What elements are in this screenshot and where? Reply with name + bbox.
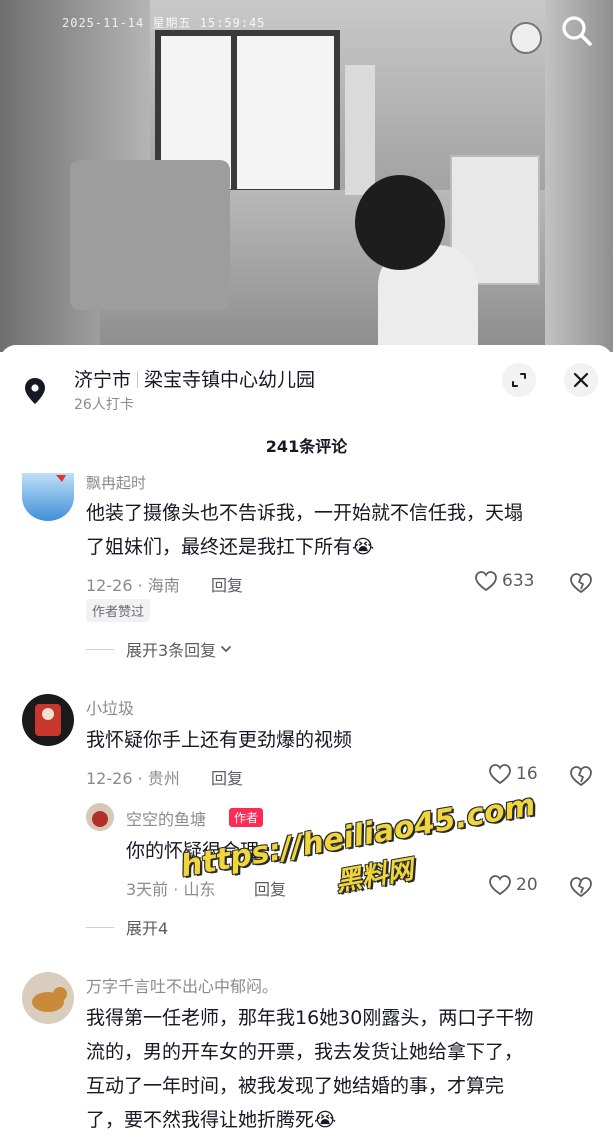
comment-username[interactable]: 小垃圾 bbox=[86, 695, 134, 719]
comment-text-line: 了，要不然我得让她折腾死😭 bbox=[86, 1109, 337, 1131]
search-icon bbox=[562, 16, 592, 46]
heart-icon bbox=[489, 764, 511, 785]
avatar[interactable] bbox=[22, 972, 74, 1024]
comment-date-region: 12-26 · 海南 bbox=[86, 576, 180, 595]
avatar-image bbox=[92, 811, 108, 827]
expand-divider bbox=[86, 648, 114, 650]
comment-text: 他装了摄像头也不告诉我，一开始就不信任我，天塌 了姐妹们，最终还是我扛下所有😭 bbox=[86, 496, 606, 564]
like-count: 20 bbox=[516, 875, 538, 895]
like-button[interactable]: 16 bbox=[488, 763, 538, 785]
heart-icon bbox=[489, 875, 511, 896]
expand-replies-label: 展开4 bbox=[126, 919, 169, 938]
video-scene bbox=[355, 175, 445, 270]
avatar-image bbox=[32, 987, 67, 1012]
chevron-down-icon bbox=[221, 646, 232, 653]
avatar-image bbox=[35, 704, 61, 736]
dislike-icon[interactable] bbox=[569, 572, 593, 594]
wall-clock bbox=[510, 22, 542, 54]
comment-text-line: 流的，男的开车女的开票，我去发货让她给拿下了， bbox=[86, 1041, 524, 1063]
search-button[interactable] bbox=[558, 12, 596, 50]
expand-replies-button[interactable]: 展开3条回复 bbox=[86, 637, 233, 661]
comment-text-line: 了姐妹们，最终还是我扛下所有😭 bbox=[86, 536, 375, 558]
comment-text: 我得第一任老师，那年我16她30刚露头，两口子干物 流的，男的开车女的开票，我去… bbox=[86, 1001, 606, 1137]
comment-text-line: 我得第一任老师，那年我16她30刚露头，两口子干物 bbox=[86, 1007, 534, 1029]
location-pin-icon bbox=[25, 378, 45, 404]
reply-avatar[interactable] bbox=[86, 803, 114, 831]
dislike-icon[interactable] bbox=[569, 765, 593, 787]
expand-replies-label: 展开3条回复 bbox=[126, 641, 217, 660]
close-icon bbox=[573, 372, 589, 388]
reply-button[interactable]: 回复 bbox=[211, 572, 243, 596]
comment-text-line: 互动了一年时间，被我发现了她结婚的事，才算完 bbox=[86, 1075, 505, 1097]
location-place: 梁宝寺镇中心幼儿园 bbox=[144, 369, 316, 391]
cctv-timestamp: 2025-11-14 星期五 15:59:45 bbox=[62, 16, 266, 30]
comment-date-region: 12-26 · 贵州 bbox=[86, 769, 180, 788]
reply-button[interactable]: 回复 bbox=[211, 765, 243, 789]
expand-divider bbox=[86, 926, 114, 928]
comment-username[interactable]: 飘冉起时 bbox=[86, 472, 146, 493]
expand-replies-button[interactable]: 展开4 bbox=[86, 915, 168, 939]
location-city: 济宁市 bbox=[74, 369, 132, 391]
author-tag: 作者 bbox=[229, 808, 264, 827]
comment-username[interactable]: 万字千言吐不出心中郁闷。 bbox=[86, 973, 278, 997]
avatar[interactable] bbox=[22, 473, 74, 521]
location-header[interactable]: 济宁市 梁宝寺镇中心幼儿园 26人打卡 bbox=[0, 345, 613, 425]
close-button[interactable] bbox=[564, 363, 598, 397]
author-liked-badge: 作者赞过 bbox=[86, 599, 151, 622]
location-title: 济宁市 梁宝寺镇中心幼儿园 bbox=[74, 365, 315, 392]
heart-icon bbox=[475, 571, 497, 592]
like-count: 16 bbox=[516, 764, 538, 784]
comment-count: 241条评论 bbox=[265, 437, 348, 456]
like-button[interactable]: 633 bbox=[474, 570, 534, 592]
avatar-image bbox=[56, 475, 66, 482]
video-scene bbox=[70, 160, 230, 310]
avatar[interactable] bbox=[22, 694, 74, 746]
checkin-count: 26人打卡 bbox=[74, 397, 134, 413]
video-player[interactable]: 2025-11-14 星期五 15:59:45 bbox=[0, 0, 613, 352]
comment-text-line: 他装了摄像头也不告诉我，一开始就不信任我，天塌 bbox=[86, 502, 524, 524]
like-count: 633 bbox=[502, 571, 535, 591]
comment-sheet: 济宁市 梁宝寺镇中心幼儿园 26人打卡 241条评论 飘冉起时 他装了摄像头也不告… bbox=[0, 345, 613, 1137]
location-divider bbox=[137, 371, 139, 388]
video-scene bbox=[345, 65, 375, 195]
dislike-icon[interactable] bbox=[569, 876, 593, 898]
reply-username[interactable]: 空空的鱼塘 bbox=[126, 806, 206, 830]
video-scene bbox=[545, 0, 613, 352]
expand-button[interactable] bbox=[502, 363, 536, 397]
comment-text: 我怀疑你手上还有更劲爆的视频 bbox=[86, 729, 353, 751]
expand-icon bbox=[512, 373, 526, 387]
like-button[interactable]: 20 bbox=[488, 874, 538, 896]
